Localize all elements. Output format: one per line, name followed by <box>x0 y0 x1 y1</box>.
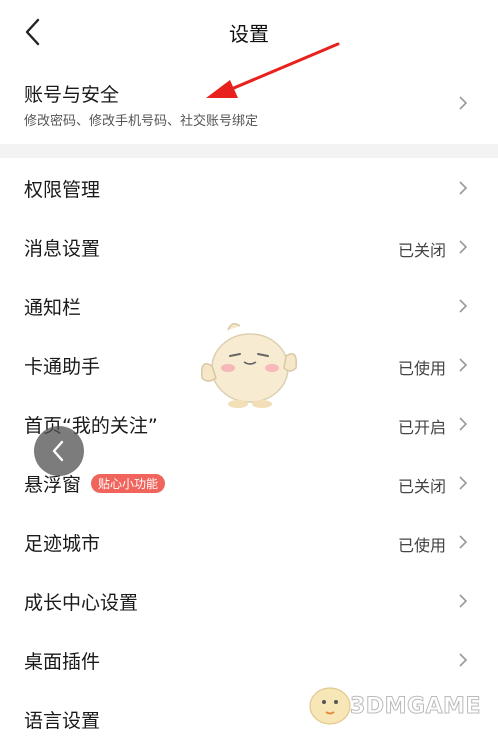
chevron-right-icon <box>459 476 468 490</box>
settings-item-status: 已开启 <box>397 418 446 437</box>
watermark-text: 3DMGAME <box>350 694 481 720</box>
settings-item-label: 消息设置 <box>24 238 101 260</box>
chevron-right-icon <box>459 299 468 313</box>
settings-item-label: 通知栏 <box>24 297 82 319</box>
section-divider <box>0 144 498 158</box>
floating-back-button[interactable] <box>34 426 84 476</box>
annotation-arrow-icon <box>206 42 340 98</box>
settings-item-label: 足迹城市 <box>24 533 101 555</box>
settings-item-status: 已关闭 <box>397 477 446 496</box>
settings-item-label: 语言设置 <box>24 710 101 732</box>
chevron-right-icon <box>459 594 468 608</box>
feature-badge: 贴心小功能 <box>91 474 166 493</box>
cartoon-mascot-icon[interactable] <box>198 318 300 410</box>
settings-item-status: 已关闭 <box>397 241 446 260</box>
settings-item-status: 已使用 <box>397 359 446 378</box>
settings-item-footprint-city[interactable]: 足迹城市 已使用 <box>0 512 498 571</box>
chevron-right-icon <box>459 653 468 667</box>
settings-item-label: 桌面插件 <box>24 651 101 673</box>
settings-item-label: 卡通助手 <box>24 356 101 378</box>
settings-item-permissions[interactable]: 权限管理 <box>0 158 498 217</box>
settings-item-growth-center[interactable]: 成长中心设置 <box>0 571 498 630</box>
settings-item-label: 权限管理 <box>24 179 101 201</box>
chevron-right-icon <box>459 96 468 110</box>
chevron-right-icon <box>459 181 468 195</box>
settings-item-label: 成长中心设置 <box>24 592 139 614</box>
chevron-right-icon <box>459 535 468 549</box>
settings-item-desktop-widget[interactable]: 桌面插件 <box>0 630 498 689</box>
settings-item-messages[interactable]: 消息设置 已关闭 <box>0 217 498 276</box>
chevron-right-icon <box>459 240 468 254</box>
chevron-left-icon <box>52 440 64 462</box>
account-security-subtitle: 修改密码、修改手机号码、社交账号绑定 <box>24 114 259 129</box>
settings-item-status: 已使用 <box>397 536 446 555</box>
chevron-right-icon <box>459 358 468 372</box>
settings-item-label: 悬浮窗 <box>24 474 82 496</box>
chevron-right-icon <box>459 417 468 431</box>
account-security-label: 账号与安全 <box>24 84 120 106</box>
